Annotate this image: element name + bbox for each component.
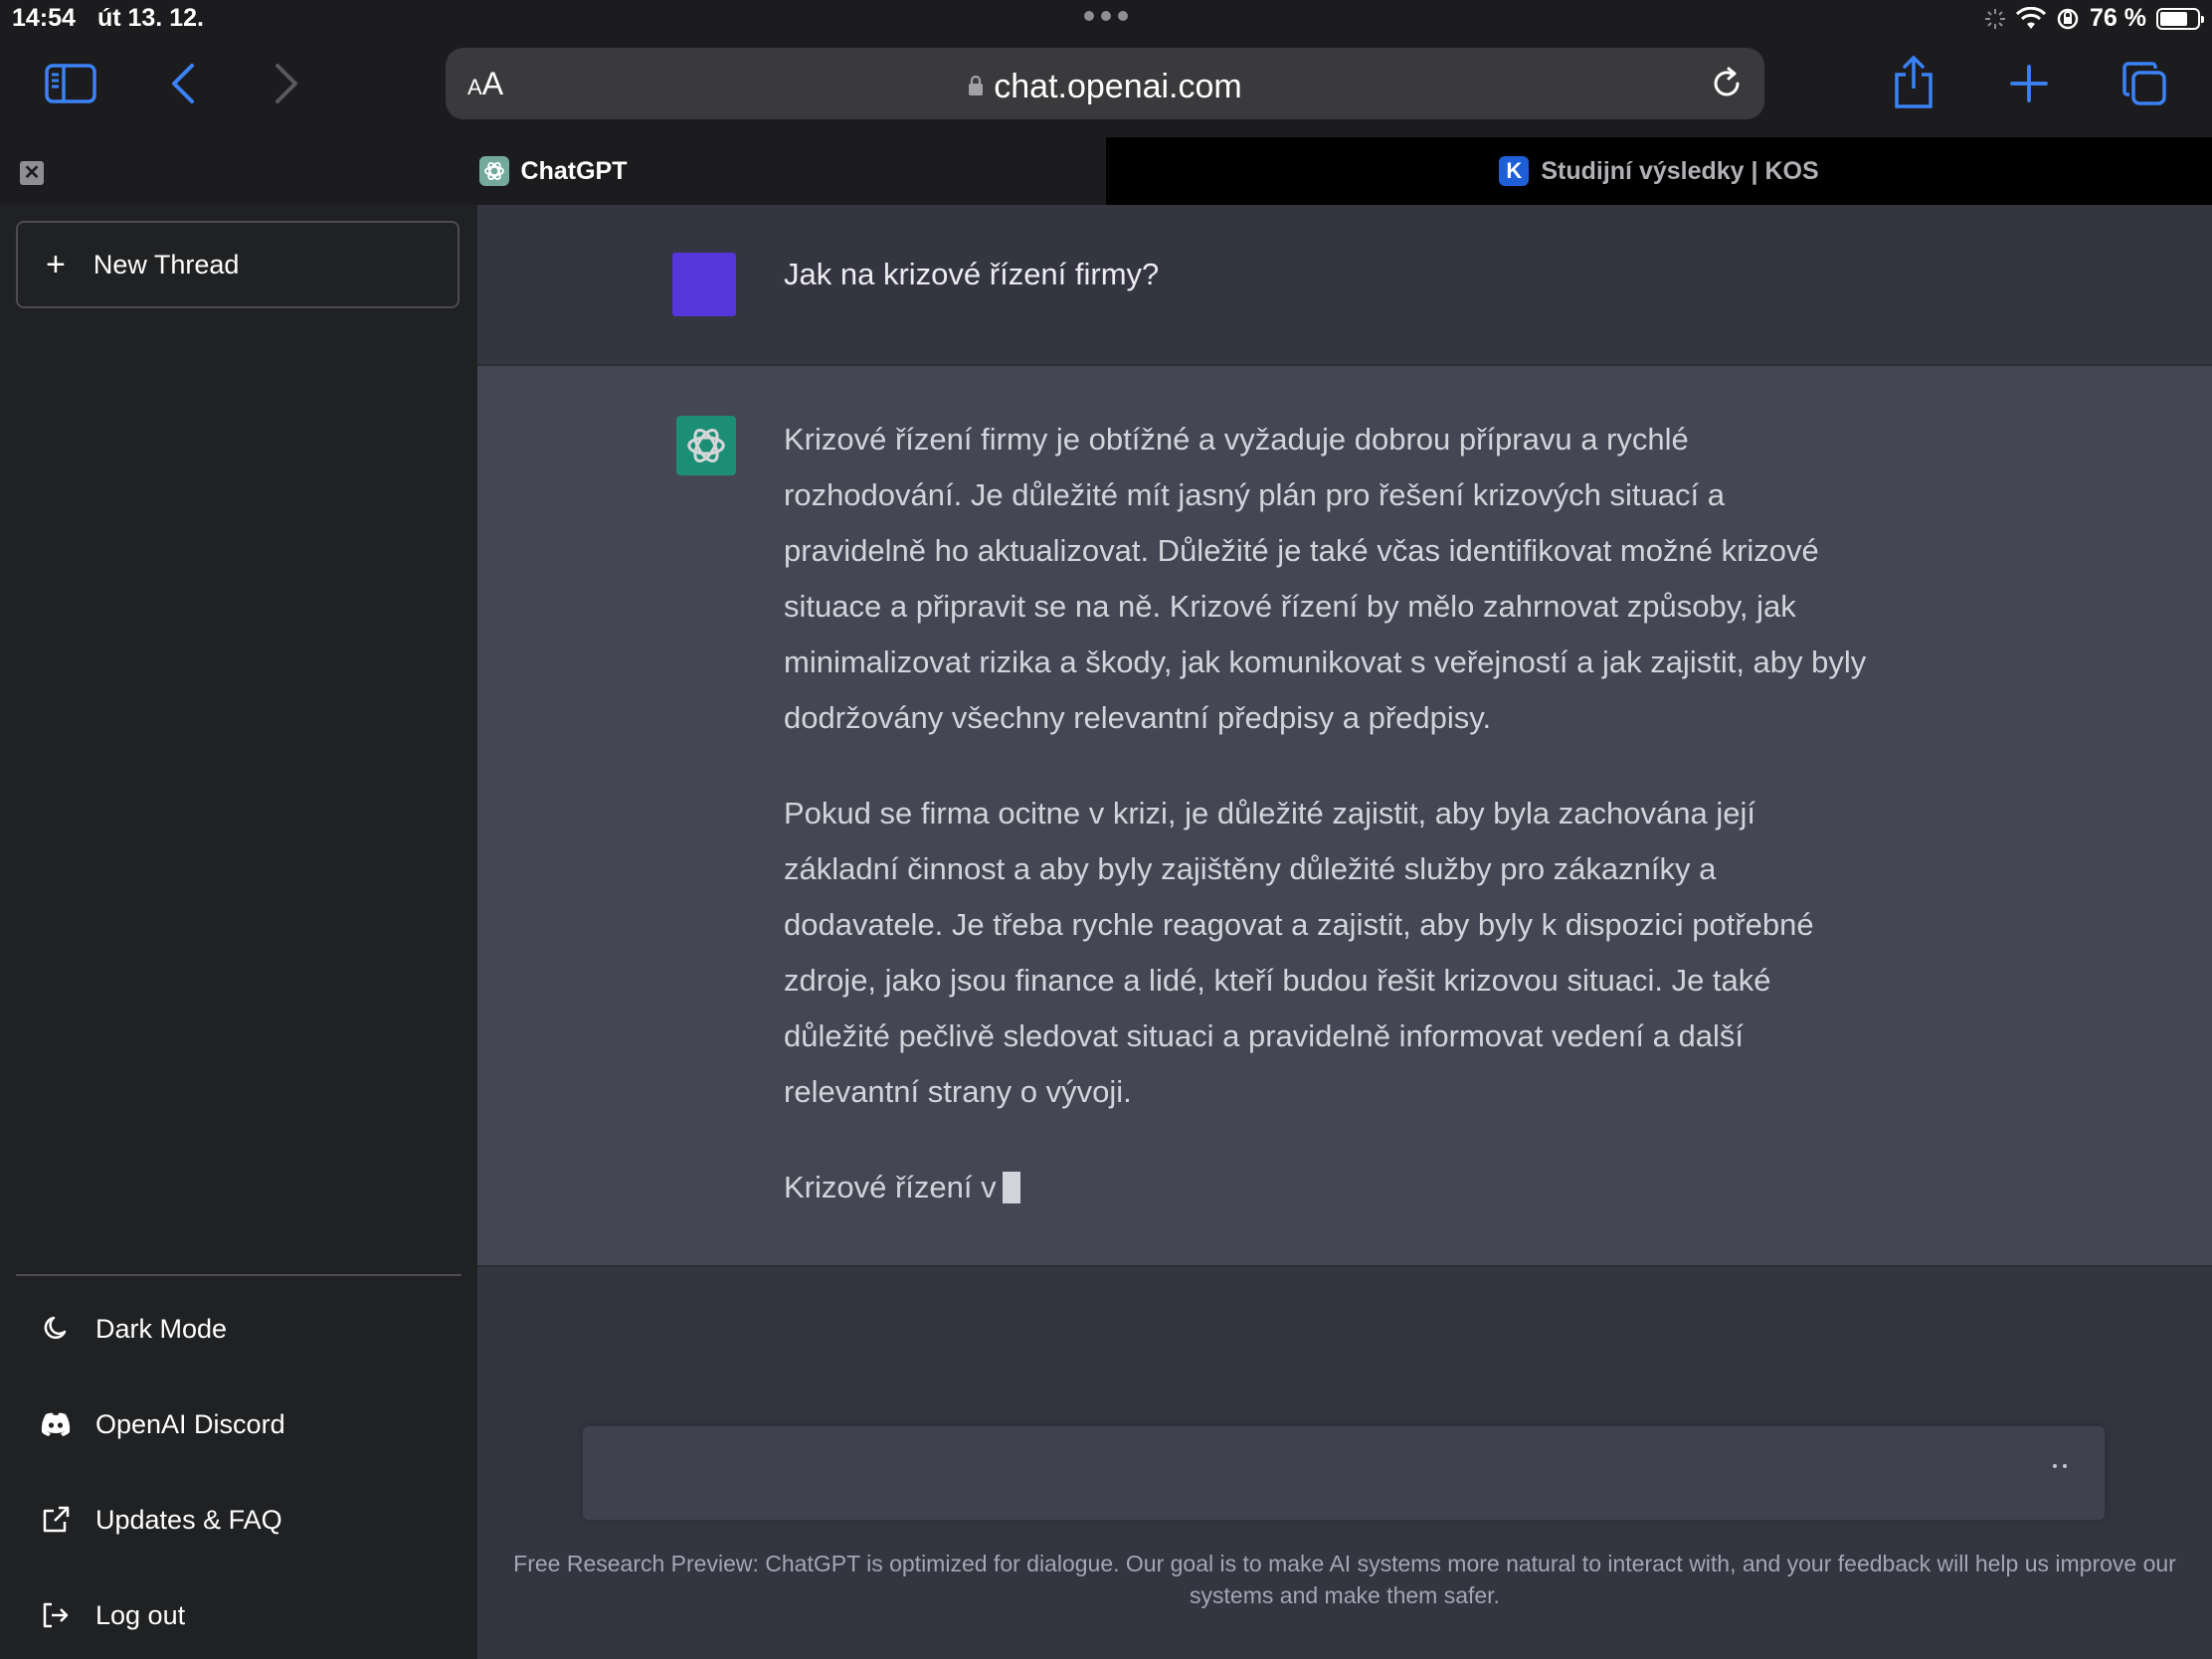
- forward-icon[interactable]: [267, 60, 306, 107]
- kos-favicon-icon: K: [1499, 156, 1530, 186]
- sidebar-toggle-icon[interactable]: [42, 62, 99, 105]
- sidebar: + New Thread Dark Mode OpenAI Discord Up…: [0, 205, 477, 1659]
- status-indicators: 76 %: [1984, 4, 2204, 33]
- multitasking-dots-icon[interactable]: [1084, 11, 1128, 21]
- sidebar-item-label: Updates & FAQ: [95, 1504, 282, 1535]
- status-bar: 14:54 út 13. 12. 76 %: [0, 0, 2212, 40]
- sidebar-item-discord[interactable]: OpenAI Discord: [38, 1394, 285, 1454]
- chatgpt-favicon-icon: [478, 156, 509, 186]
- sidebar-item-label: Dark Mode: [95, 1313, 228, 1344]
- tab-label: ChatGPT: [520, 156, 628, 185]
- user-message: Jak na krizové řízení firmy?: [784, 257, 1160, 291]
- address-bar[interactable]: AA chat.openai.com: [446, 48, 1764, 119]
- logout-icon: [38, 1597, 74, 1633]
- plus-icon: +: [46, 245, 66, 283]
- message-input[interactable]: [583, 1426, 2105, 1520]
- battery-icon: [2156, 7, 2204, 30]
- new-thread-button[interactable]: + New Thread: [16, 221, 460, 308]
- discord-icon: [38, 1406, 74, 1442]
- typing-cursor: [1002, 1172, 1020, 1203]
- user-message-row: Jak na krizové řízení firmy?: [477, 205, 2212, 366]
- external-link-icon: [38, 1502, 74, 1538]
- chatgpt-logo-icon: [676, 416, 736, 475]
- status-date: út 13. 12.: [96, 4, 204, 32]
- close-tab-icon[interactable]: ✕: [20, 161, 44, 185]
- moon-icon: [38, 1311, 74, 1347]
- sidebar-item-dark-mode[interactable]: Dark Mode: [38, 1299, 227, 1359]
- sidebar-item-label: OpenAI Discord: [95, 1408, 285, 1439]
- assistant-paragraph: Pokud se firma ocitne v krizi, je důleži…: [784, 796, 1814, 1109]
- url-field[interactable]: chat.openai.com: [446, 68, 1764, 106]
- sidebar-item-label: Log out: [95, 1599, 186, 1630]
- tab-chatgpt[interactable]: ChatGPT: [0, 137, 1106, 205]
- status-time-date: 14:54 út 13. 12.: [12, 4, 226, 33]
- battery-percent: 76 %: [2090, 4, 2146, 32]
- wifi-icon: [2016, 6, 2047, 29]
- browser-toolbar: AA chat.openai.com: [0, 40, 2212, 137]
- loading-dots-icon: [2053, 1464, 2067, 1468]
- assistant-message: Krizové řízení firmy je obtížné a vyžadu…: [784, 412, 1868, 1255]
- assistant-paragraph-streaming: Krizové řízení v: [784, 1160, 1868, 1215]
- assistant-paragraph: Krizové řízení firmy je obtížné a vyžadu…: [784, 422, 1867, 735]
- new-tab-icon[interactable]: [2007, 62, 2051, 105]
- assistant-message-row: Krizové řízení firmy je obtížné a vyžadu…: [477, 366, 2212, 1267]
- disclaimer-text: Free Research Preview: ChatGPT is optimi…: [513, 1551, 2176, 1608]
- url-text: chat.openai.com: [994, 68, 1242, 105]
- sidebar-item-updates-faq[interactable]: Updates & FAQ: [38, 1490, 282, 1550]
- tab-kos[interactable]: K Studijní výsledky | KOS: [1106, 137, 2212, 205]
- new-thread-label: New Thread: [92, 249, 240, 279]
- tabs-overview-icon[interactable]: [2120, 60, 2168, 107]
- sidebar-divider: [16, 1274, 461, 1276]
- tab-label: Studijní výsledky | KOS: [1541, 156, 1819, 185]
- lock-icon: [969, 76, 984, 96]
- share-icon[interactable]: [1890, 54, 1937, 111]
- user-avatar: [672, 253, 736, 316]
- tab-bar: ChatGPT ✕ K Studijní výsledky | KOS: [0, 137, 2212, 205]
- status-time: 14:54: [12, 4, 76, 32]
- chat-main: Jak na krizové řízení firmy? Krizové říz…: [477, 205, 2212, 1659]
- activity-icon: [1985, 8, 2006, 29]
- orientation-lock-icon: [2057, 8, 2079, 29]
- reload-icon[interactable]: [1707, 64, 1747, 103]
- back-icon[interactable]: [163, 60, 203, 107]
- sidebar-item-logout[interactable]: Log out: [38, 1585, 185, 1645]
